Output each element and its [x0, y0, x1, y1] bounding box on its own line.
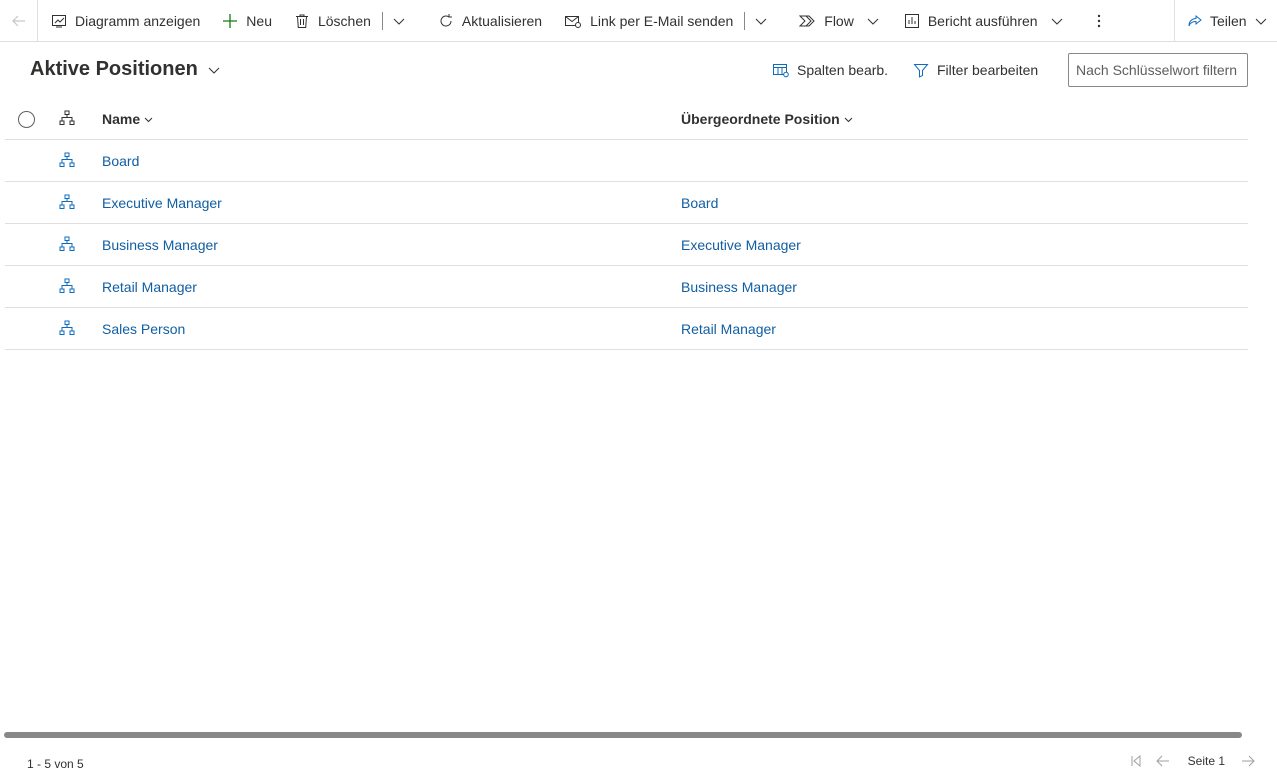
- view-selector[interactable]: Aktive Positionen: [30, 58, 220, 81]
- parent-position-link[interactable]: Executive Manager: [681, 237, 801, 253]
- table-row[interactable]: Sales Person Retail Manager: [5, 308, 1248, 350]
- show-chart-label: Diagramm anzeigen: [75, 12, 201, 29]
- next-page-button[interactable]: [1241, 755, 1255, 767]
- run-report-button[interactable]: Bericht ausführen: [893, 0, 1049, 41]
- delete-button[interactable]: Löschen: [283, 0, 382, 41]
- column-header-name[interactable]: Name: [102, 111, 153, 127]
- column-header-parent-position[interactable]: Übergeordnete Position: [681, 111, 853, 127]
- position-name-link[interactable]: Business Manager: [102, 237, 218, 253]
- keyword-filter-input[interactable]: [1068, 53, 1248, 87]
- position-name-link[interactable]: Executive Manager: [102, 195, 222, 211]
- parent-position-link[interactable]: Business Manager: [681, 279, 797, 295]
- edit-filters-button[interactable]: Filter bearbeiten: [913, 56, 1038, 84]
- edit-filters-label: Filter bearbeiten: [937, 62, 1039, 78]
- email-more-dropdown[interactable]: [745, 0, 777, 41]
- record-count: 1 - 5 von 5: [27, 757, 84, 771]
- parent-position-link[interactable]: Retail Manager: [681, 321, 776, 337]
- hierarchy-icon[interactable]: [59, 236, 75, 255]
- first-page-icon: [1131, 755, 1141, 767]
- position-name-link[interactable]: Retail Manager: [102, 279, 197, 295]
- hierarchy-icon[interactable]: [59, 194, 75, 213]
- horizontal-scrollbar[interactable]: [4, 732, 1242, 738]
- share-button[interactable]: Teilen: [1174, 0, 1277, 41]
- parent-position-link[interactable]: Board: [681, 195, 718, 211]
- edit-columns-button[interactable]: Spalten bearb.: [772, 56, 888, 84]
- new-button[interactable]: Neu: [211, 0, 283, 41]
- chevron-down-icon: [1051, 18, 1062, 25]
- chevron-down-icon: [867, 18, 879, 25]
- chart-icon: [52, 14, 66, 27]
- pagination: Seite 1: [1116, 754, 1255, 768]
- flow-button[interactable]: Flow: [787, 0, 865, 41]
- share-label: Teilen: [1210, 12, 1247, 29]
- share-icon: [1188, 14, 1202, 26]
- refresh-icon: [440, 13, 452, 26]
- hierarchy-icon[interactable]: [59, 152, 75, 171]
- filter-icon: [913, 64, 929, 78]
- chevron-down-icon: [755, 18, 767, 25]
- show-chart-button[interactable]: Diagramm anzeigen: [40, 0, 211, 41]
- table-row[interactable]: Retail Manager Business Manager: [5, 266, 1248, 308]
- email-link-button[interactable]: Link per E-Mail senden: [553, 0, 744, 41]
- select-all-checkbox[interactable]: [18, 111, 35, 128]
- view-title: Aktive Positionen: [30, 58, 198, 80]
- first-page-button[interactable]: [1130, 755, 1142, 767]
- hierarchy-icon: [59, 110, 75, 129]
- run-report-label: Bericht ausführen: [927, 12, 1038, 29]
- table-row[interactable]: Board: [5, 140, 1248, 182]
- refresh-label: Aktualisieren: [461, 12, 543, 29]
- column-name-label: Name: [102, 111, 141, 127]
- email-link-icon: [565, 15, 582, 28]
- data-grid: Name Übergeordnete Position Board Execut…: [5, 98, 1248, 350]
- hierarchy-icon[interactable]: [59, 278, 75, 297]
- run-report-dropdown[interactable]: [1049, 0, 1073, 41]
- trash-icon: [295, 14, 308, 28]
- flow-icon: [799, 15, 815, 26]
- chevron-down-icon: [144, 117, 153, 122]
- chevron-down-icon: [208, 67, 220, 74]
- back-arrow-icon: [11, 15, 25, 26]
- flow-label: Flow: [824, 12, 854, 29]
- email-link-label: Link per E-Mail senden: [590, 12, 734, 29]
- delete-label: Löschen: [317, 12, 371, 29]
- position-name-link[interactable]: Board: [102, 153, 139, 169]
- flow-dropdown[interactable]: [865, 0, 889, 41]
- back-button[interactable]: [0, 0, 38, 41]
- chevron-down-icon: [1255, 18, 1266, 25]
- chevron-down-icon: [393, 18, 405, 25]
- command-bar: Diagramm anzeigen Neu Löschen Aktualisie…: [0, 0, 1277, 42]
- table-row[interactable]: Business Manager Executive Manager: [5, 224, 1248, 266]
- refresh-button[interactable]: Aktualisieren: [427, 0, 553, 41]
- position-name-link[interactable]: Sales Person: [102, 321, 185, 337]
- grid-header: Name Übergeordnete Position: [5, 98, 1248, 140]
- delete-more-dropdown[interactable]: [383, 0, 415, 41]
- new-label: Neu: [246, 12, 272, 29]
- previous-page-button[interactable]: [1155, 755, 1170, 767]
- more-vertical-icon: [1097, 14, 1100, 27]
- report-icon: [904, 13, 919, 28]
- plus-icon: [223, 13, 238, 28]
- arrow-left-icon: [1155, 755, 1169, 767]
- hierarchy-icon[interactable]: [59, 320, 75, 339]
- page-label: Seite 1: [1187, 754, 1225, 768]
- chevron-down-icon: [844, 117, 853, 122]
- table-row[interactable]: Executive Manager Board: [5, 182, 1248, 224]
- edit-columns-label: Spalten bearb.: [797, 62, 889, 78]
- column-parent-label: Übergeordnete Position: [681, 111, 840, 127]
- columns-icon: [773, 64, 789, 78]
- arrow-right-icon: [1242, 755, 1255, 767]
- more-commands-button[interactable]: [1087, 0, 1111, 41]
